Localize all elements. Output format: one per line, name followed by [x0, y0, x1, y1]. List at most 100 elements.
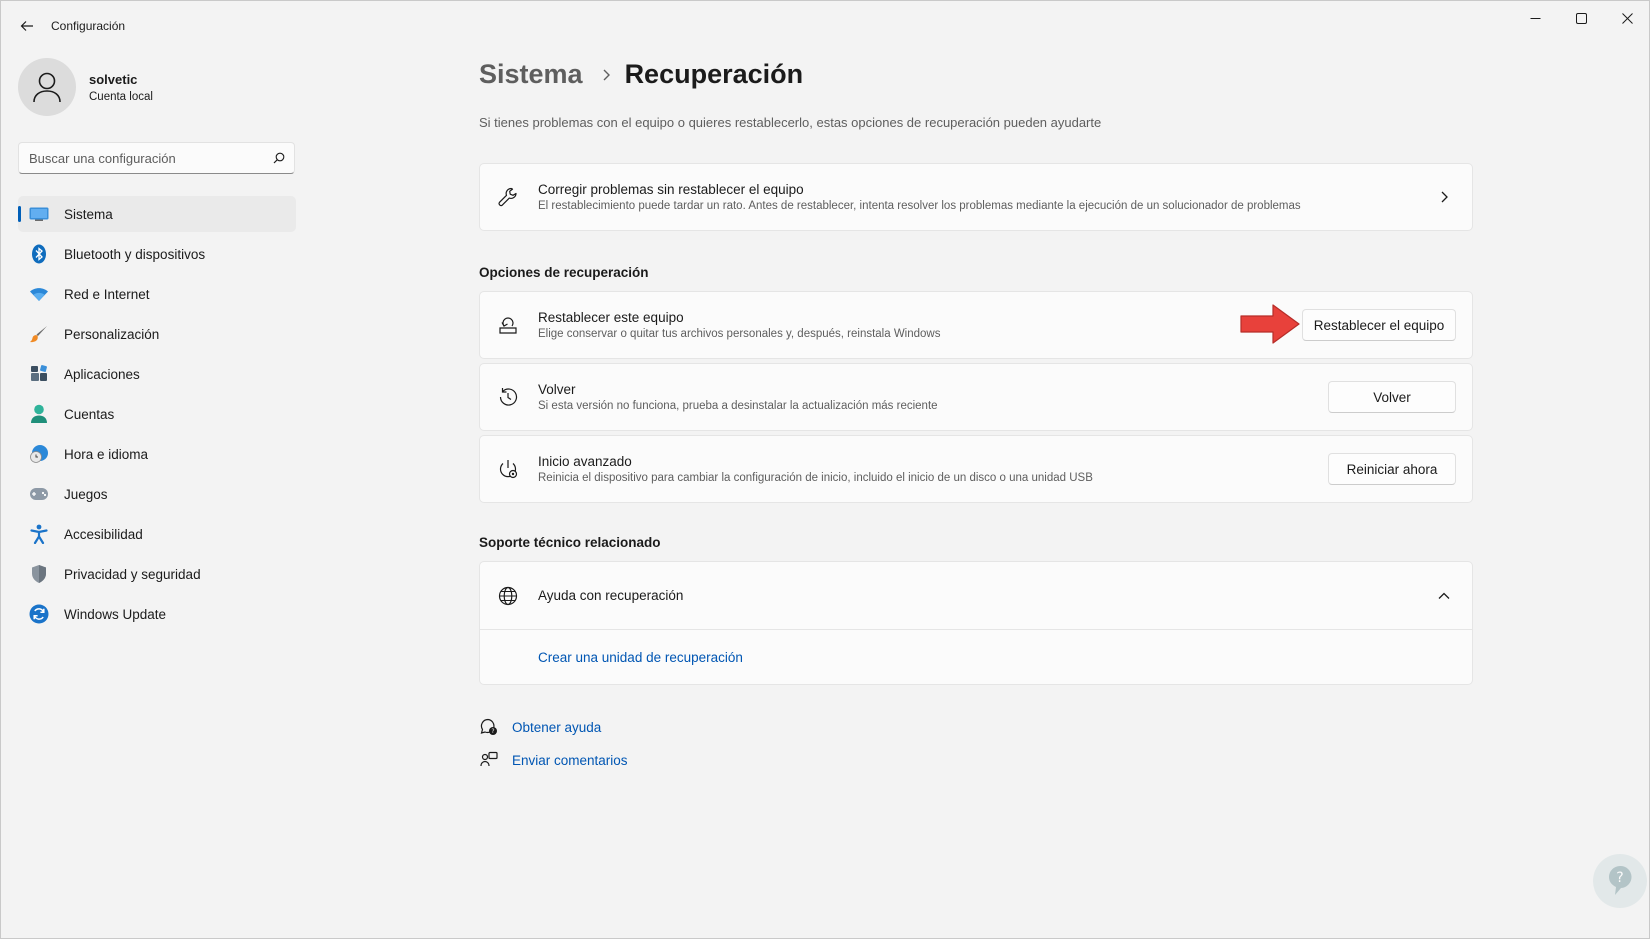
system-icon — [28, 203, 50, 225]
sidebar-item-label: Windows Update — [64, 606, 167, 622]
svg-text:?: ? — [491, 728, 494, 735]
sidebar-item-accessibility[interactable]: Accesibilidad — [18, 516, 296, 552]
reset-pc-card: Restablecer este equipo Elige conservar … — [479, 291, 1473, 359]
close-button[interactable] — [1604, 1, 1650, 35]
maximize-button[interactable] — [1558, 1, 1604, 35]
sidebar-item-label: Juegos — [64, 486, 108, 502]
brush-icon — [28, 323, 50, 345]
sidebar-item-gaming[interactable]: Juegos — [18, 476, 296, 512]
app-title: Configuración — [51, 19, 126, 33]
shield-icon — [28, 563, 50, 585]
history-icon — [496, 385, 520, 409]
title-bar: Configuración — [1, 1, 1649, 49]
breadcrumb-parent[interactable]: Sistema — [479, 59, 583, 90]
sidebar-item-privacy[interactable]: Privacidad y seguridad — [18, 556, 296, 592]
troubleshoot-description: El restablecimiento puede tardar un rato… — [538, 200, 1301, 212]
restart-now-button[interactable]: Reiniciar ahora — [1328, 453, 1456, 485]
search-input[interactable] — [29, 150, 264, 166]
svg-text:?: ? — [1616, 870, 1623, 886]
sidebar-item-windows-update[interactable]: Windows Update — [18, 596, 296, 632]
breadcrumb: Sistema Recuperación — [479, 59, 803, 90]
chevron-right-icon — [601, 68, 611, 82]
user-profile[interactable]: solvetic Cuenta local — [18, 58, 153, 116]
profile-info: solvetic Cuenta local — [89, 72, 153, 103]
sidebar-item-label: Personalización — [64, 326, 160, 342]
recovery-help-body: Crear una unidad de recuperación — [480, 630, 1472, 684]
apps-icon — [28, 363, 50, 385]
sidebar-nav: Sistema Bluetooth y dispositivos Red e I… — [18, 196, 296, 636]
maximize-icon — [1575, 12, 1587, 24]
get-help-link[interactable]: Obtener ayuda — [512, 720, 601, 735]
go-back-title: Volver — [538, 382, 576, 397]
annotation-arrow — [1239, 303, 1301, 350]
reset-pc-button[interactable]: Restablecer el equipo — [1302, 309, 1456, 341]
search-box — [18, 142, 295, 174]
sidebar-item-label: Sistema — [64, 206, 113, 222]
settings-window: Configuración solvetic Cuenta local Busc… — [0, 0, 1650, 939]
reset-pc-description: Elige conservar o quitar tus archivos pe… — [538, 328, 941, 340]
bluetooth-icon — [28, 243, 50, 265]
recovery-help-card: Ayuda con recuperación Crear una unidad … — [479, 561, 1473, 685]
sidebar-item-label: Privacidad y seguridad — [64, 566, 201, 582]
sidebar-item-time-language[interactable]: Hora e idioma — [18, 436, 296, 472]
gamepad-icon — [28, 483, 50, 505]
search-icon[interactable] — [264, 152, 294, 164]
sidebar-item-label: Bluetooth y dispositivos — [64, 246, 206, 262]
go-back-description: Si esta versión no funciona, prueba a de… — [538, 400, 938, 412]
sidebar-item-label: Hora e idioma — [64, 446, 149, 462]
recovery-help-text: Ayuda con recuperación — [538, 588, 1432, 603]
update-icon — [28, 603, 50, 625]
advanced-startup-icon — [496, 457, 520, 481]
reset-pc-title: Restablecer este equipo — [538, 310, 684, 325]
sidebar-item-accounts[interactable]: Cuentas — [18, 396, 296, 432]
page-title: Recuperación — [624, 59, 804, 89]
back-button[interactable] — [15, 14, 39, 38]
go-back-card: Volver Si esta versión no funciona, prue… — [479, 363, 1473, 431]
chevron-right-icon — [1432, 185, 1456, 209]
chevron-up-icon[interactable] — [1432, 584, 1456, 608]
sidebar-item-label: Red e Internet — [64, 286, 150, 302]
user-icon — [33, 72, 61, 103]
back-arrow-icon — [20, 21, 33, 31]
minimize-icon — [1530, 17, 1540, 19]
advanced-startup-title: Inicio avanzado — [538, 454, 632, 469]
close-icon — [1621, 12, 1633, 24]
support-heading: Soporte técnico relacionado — [479, 535, 661, 550]
advanced-startup-card: Inicio avanzado Reinicia el dispositivo … — [479, 435, 1473, 503]
sidebar-item-label: Aplicaciones — [64, 366, 140, 382]
globe-icon — [496, 584, 520, 608]
watermark-logo: ? — [1593, 854, 1647, 908]
wifi-icon — [28, 283, 50, 305]
advanced-startup-text: Inicio avanzado Reinicia el dispositivo … — [538, 454, 1328, 484]
send-feedback-link[interactable]: Enviar comentarios — [512, 753, 628, 768]
profile-name: solvetic — [89, 71, 138, 87]
feedback-icon — [479, 750, 499, 770]
page-subtitle: Si tienes problemas con el equipo o quie… — [479, 115, 1102, 130]
troubleshoot-card[interactable]: Corregir problemas sin restablecer el eq… — [479, 163, 1473, 231]
go-back-button[interactable]: Volver — [1328, 381, 1456, 413]
reset-pc-text: Restablecer este equipo Elige conservar … — [538, 310, 1302, 340]
sidebar-item-sistema[interactable]: Sistema — [18, 196, 296, 232]
get-help-row[interactable]: ? Obtener ayuda — [479, 717, 601, 737]
recovery-options-heading: Opciones de recuperación — [479, 265, 649, 280]
sidebar-item-network[interactable]: Red e Internet — [18, 276, 296, 312]
sidebar-item-label: Cuentas — [64, 406, 115, 422]
go-back-text: Volver Si esta versión no funciona, prue… — [538, 382, 1328, 412]
sidebar-item-personalization[interactable]: Personalización — [18, 316, 296, 352]
create-recovery-drive-link[interactable]: Crear una unidad de recuperación — [538, 650, 743, 665]
troubleshoot-text: Corregir problemas sin restablecer el eq… — [538, 182, 1432, 212]
sidebar-item-bluetooth[interactable]: Bluetooth y dispositivos — [18, 236, 296, 272]
profile-account-type: Cuenta local — [89, 90, 153, 103]
avatar — [18, 58, 76, 116]
advanced-startup-description: Reinicia el dispositivo para cambiar la … — [538, 472, 1093, 484]
help-chat-icon: ? — [479, 717, 499, 737]
recovery-help-header[interactable]: Ayuda con recuperación — [480, 562, 1472, 630]
recovery-help-title: Ayuda con recuperación — [538, 588, 684, 603]
minimize-button[interactable] — [1512, 1, 1558, 35]
reset-pc-icon — [496, 313, 520, 337]
sidebar-item-apps[interactable]: Aplicaciones — [18, 356, 296, 392]
accessibility-icon — [28, 523, 50, 545]
feedback-row[interactable]: Enviar comentarios — [479, 750, 628, 770]
account-icon — [28, 403, 50, 425]
clock-globe-icon — [28, 443, 50, 465]
